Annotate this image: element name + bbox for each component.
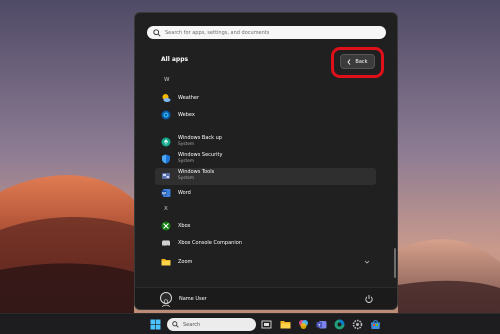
app-category: System <box>178 175 195 181</box>
app-category: System <box>178 141 195 147</box>
folder-icon <box>161 259 171 266</box>
app-name: Webex <box>178 112 195 118</box>
chevron-down-icon[interactable] <box>364 259 370 265</box>
app-list-scrollbar[interactable] <box>394 248 396 278</box>
letter-header-w[interactable]: W <box>164 77 169 83</box>
power-icon[interactable] <box>364 294 374 304</box>
copilot-icon[interactable] <box>298 319 309 330</box>
app-name: Zoom <box>178 259 193 265</box>
windows-tools-icon <box>162 173 170 179</box>
app-weather[interactable]: Weather <box>155 90 376 107</box>
search-icon <box>172 321 179 328</box>
app-xbox-console-companion[interactable]: Xbox Console Companion <box>155 235 376 252</box>
webex-icon <box>161 110 171 120</box>
taskbar-search-label: Search <box>183 321 201 328</box>
letter-header-z[interactable]: Z <box>164 242 168 248</box>
start-search-box[interactable]: Search for apps, settings, and documents <box>147 26 386 39</box>
store-icon[interactable] <box>370 319 381 330</box>
search-placeholder: Search for apps, settings, and documents <box>165 29 270 36</box>
start-menu: Search for apps, settings, and documents… <box>134 12 398 310</box>
app-xbox[interactable]: Xbox <box>155 218 376 235</box>
app-word[interactable]: W Word <box>155 185 376 202</box>
weather-icon <box>162 94 171 102</box>
back-button[interactable]: Back <box>340 54 375 69</box>
app-webex[interactable]: Webex <box>155 107 376 124</box>
app-name: Weather <box>178 95 200 101</box>
letter-header-x[interactable]: X <box>164 206 168 212</box>
all-apps-title: All apps <box>161 56 189 63</box>
app-windows-tools[interactable]: Windows Tools System <box>155 168 376 185</box>
teams-icon[interactable]: T <box>316 319 327 330</box>
taskbar-search[interactable]: Search <box>167 318 256 331</box>
shield-icon <box>162 154 170 164</box>
avatar[interactable] <box>160 292 172 308</box>
app-category: System <box>178 158 195 164</box>
app-name: Windows Tools <box>178 169 215 175</box>
app-name: Word <box>178 190 191 196</box>
app-name: Xbox Console Companion <box>178 240 242 246</box>
windows-backup-icon <box>161 137 171 147</box>
settings-gear-icon[interactable] <box>352 319 363 330</box>
app-name: Windows Back up <box>178 135 222 141</box>
file-explorer-icon[interactable] <box>280 319 291 330</box>
app-zoom-folder[interactable]: Zoom <box>155 254 376 271</box>
word-icon: W <box>161 189 171 197</box>
back-button-label: Back <box>355 58 368 65</box>
windows-start-icon[interactable] <box>150 319 161 330</box>
app-windows-backup[interactable]: Windows Back up System <box>155 134 376 151</box>
user-name[interactable]: Name User <box>179 296 207 302</box>
edge-icon[interactable] <box>334 319 345 330</box>
taskbar: Search T <box>0 313 500 334</box>
app-name: Xbox <box>178 223 191 229</box>
app-name: Windows Security <box>178 152 223 158</box>
task-view-icon[interactable] <box>261 319 272 330</box>
xbox-icon <box>161 221 171 231</box>
chevron-left-icon <box>347 58 351 65</box>
search-icon <box>153 28 161 37</box>
user-icon <box>162 299 170 308</box>
app-windows-security[interactable]: Windows Security System <box>155 151 376 168</box>
svg-text:W: W <box>162 191 166 196</box>
start-footer: Name User <box>135 287 397 309</box>
